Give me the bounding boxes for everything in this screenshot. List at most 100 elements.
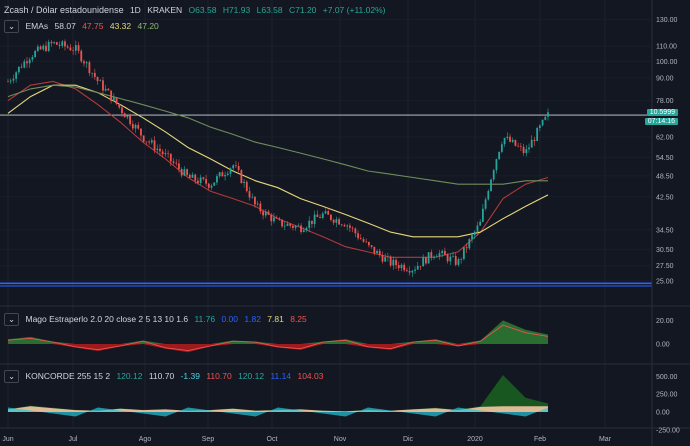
candle-body bbox=[137, 124, 140, 129]
candle-body bbox=[533, 139, 536, 141]
candle-body bbox=[414, 269, 416, 271]
candle-body bbox=[281, 219, 283, 227]
candle-body bbox=[88, 62, 91, 74]
candle-body bbox=[210, 185, 213, 188]
ohlc-low: L63.58 bbox=[256, 5, 283, 15]
candle-body bbox=[243, 181, 245, 184]
candle-body bbox=[487, 191, 490, 200]
candle-body bbox=[503, 137, 506, 145]
candle-body bbox=[386, 256, 389, 258]
collapse-icon[interactable]: ⌄ bbox=[4, 313, 20, 326]
candle-body bbox=[183, 169, 186, 176]
mago-value-5: 8.25 bbox=[290, 314, 307, 324]
candle-body bbox=[45, 45, 47, 51]
exchange[interactable]: KRAKEN bbox=[147, 5, 182, 15]
candle-body bbox=[83, 61, 85, 64]
candle-body bbox=[278, 218, 281, 220]
konc-value-7: 104.03 bbox=[297, 371, 324, 381]
candle-body bbox=[194, 174, 197, 181]
candle-body bbox=[403, 264, 406, 271]
collapse-icon[interactable]: ⌄ bbox=[4, 370, 20, 383]
time-tick-label: Mar bbox=[599, 436, 612, 443]
candle-body bbox=[283, 225, 286, 227]
candle-body bbox=[457, 259, 460, 265]
last-price-tag: 10.5999 bbox=[646, 109, 678, 116]
candle-body bbox=[300, 225, 302, 232]
mago-value-1: 11.76 bbox=[194, 314, 216, 324]
symbol-name[interactable]: Zcash / Dólar estadounidense bbox=[4, 5, 124, 15]
candle-body bbox=[357, 233, 359, 239]
ema-value-2: 47.75 bbox=[82, 21, 104, 31]
candle-body bbox=[376, 250, 378, 254]
candle-body bbox=[530, 139, 533, 148]
price-tick-label: 78.00 bbox=[656, 98, 674, 105]
candle-body bbox=[153, 140, 156, 151]
candle-body bbox=[479, 221, 482, 226]
ema-value-3: 43.32 bbox=[109, 21, 132, 31]
mago-label[interactable]: Mago Estraperlo 2.0 20 close 2 5 13 10 1… bbox=[26, 314, 189, 324]
candle-body bbox=[264, 211, 267, 216]
candle-body bbox=[321, 213, 324, 218]
candle-body bbox=[161, 151, 164, 155]
candle-body bbox=[286, 223, 289, 226]
candle-body bbox=[511, 139, 514, 142]
candle-body bbox=[346, 225, 349, 227]
candle-body bbox=[64, 41, 66, 47]
collapse-icon[interactable]: ⌄ bbox=[4, 20, 20, 33]
candle-body bbox=[340, 224, 343, 226]
candle-body bbox=[365, 241, 368, 243]
candle-body bbox=[229, 168, 232, 174]
candle-body bbox=[460, 259, 463, 260]
candle-body bbox=[61, 41, 64, 46]
konc-value-6: 11.14 bbox=[270, 371, 292, 381]
candle-body bbox=[145, 141, 148, 143]
candle-body bbox=[389, 256, 392, 266]
candle-body bbox=[514, 139, 517, 146]
interval[interactable]: 1D bbox=[130, 5, 141, 15]
time-tick-label: Ago bbox=[139, 436, 152, 443]
candle-body bbox=[424, 257, 427, 264]
time-tick-label: Nov bbox=[334, 436, 347, 443]
time-tick-label: Jun bbox=[2, 436, 13, 443]
konc-value-1: 120.12 bbox=[116, 371, 143, 381]
candle-body bbox=[416, 265, 419, 270]
candle-body bbox=[490, 179, 492, 192]
candle-body bbox=[538, 125, 541, 129]
candle-body bbox=[343, 225, 346, 227]
candle-body bbox=[541, 119, 544, 126]
ohlc-close: C71.20 bbox=[288, 5, 317, 15]
candle-body bbox=[267, 211, 270, 215]
candle-body bbox=[481, 208, 484, 222]
candle-body bbox=[430, 252, 433, 258]
candle-body bbox=[305, 227, 308, 231]
candle-body bbox=[454, 255, 457, 265]
koncorde-label[interactable]: KONCORDE 255 15 2 bbox=[26, 371, 111, 381]
candle-body bbox=[172, 161, 175, 163]
candle-body bbox=[297, 225, 300, 227]
candle-body bbox=[349, 225, 351, 228]
mago-tick-label: 20.00 bbox=[656, 318, 674, 325]
candle-body bbox=[169, 153, 172, 162]
mago-value-4: 7.81 bbox=[267, 314, 284, 324]
mago-value-2: 0.00 bbox=[221, 314, 238, 324]
candle-body bbox=[427, 252, 430, 264]
candle-body bbox=[191, 174, 194, 178]
price-tick-label: 48.50 bbox=[656, 173, 674, 180]
ema-label[interactable]: EMAs bbox=[26, 21, 49, 31]
candle-body bbox=[381, 254, 384, 262]
candle-body bbox=[313, 214, 316, 224]
candle-body bbox=[167, 153, 170, 154]
candle-body bbox=[12, 78, 15, 81]
candle-body bbox=[536, 128, 539, 141]
prev-price: 10.5999 bbox=[649, 109, 675, 116]
candle-body bbox=[319, 217, 321, 218]
ema-legend: ⌄ EMAs 58.07 47.75 43.32 47.20 bbox=[4, 20, 163, 33]
candle-body bbox=[316, 214, 319, 218]
candle-body bbox=[96, 76, 99, 82]
candle-body bbox=[104, 88, 107, 91]
mago-tick-label: 0.00 bbox=[656, 342, 670, 349]
time-tick-label: Sep bbox=[202, 436, 215, 443]
candle-body bbox=[164, 153, 167, 155]
candle-body bbox=[99, 80, 102, 82]
candle-body bbox=[74, 45, 77, 51]
